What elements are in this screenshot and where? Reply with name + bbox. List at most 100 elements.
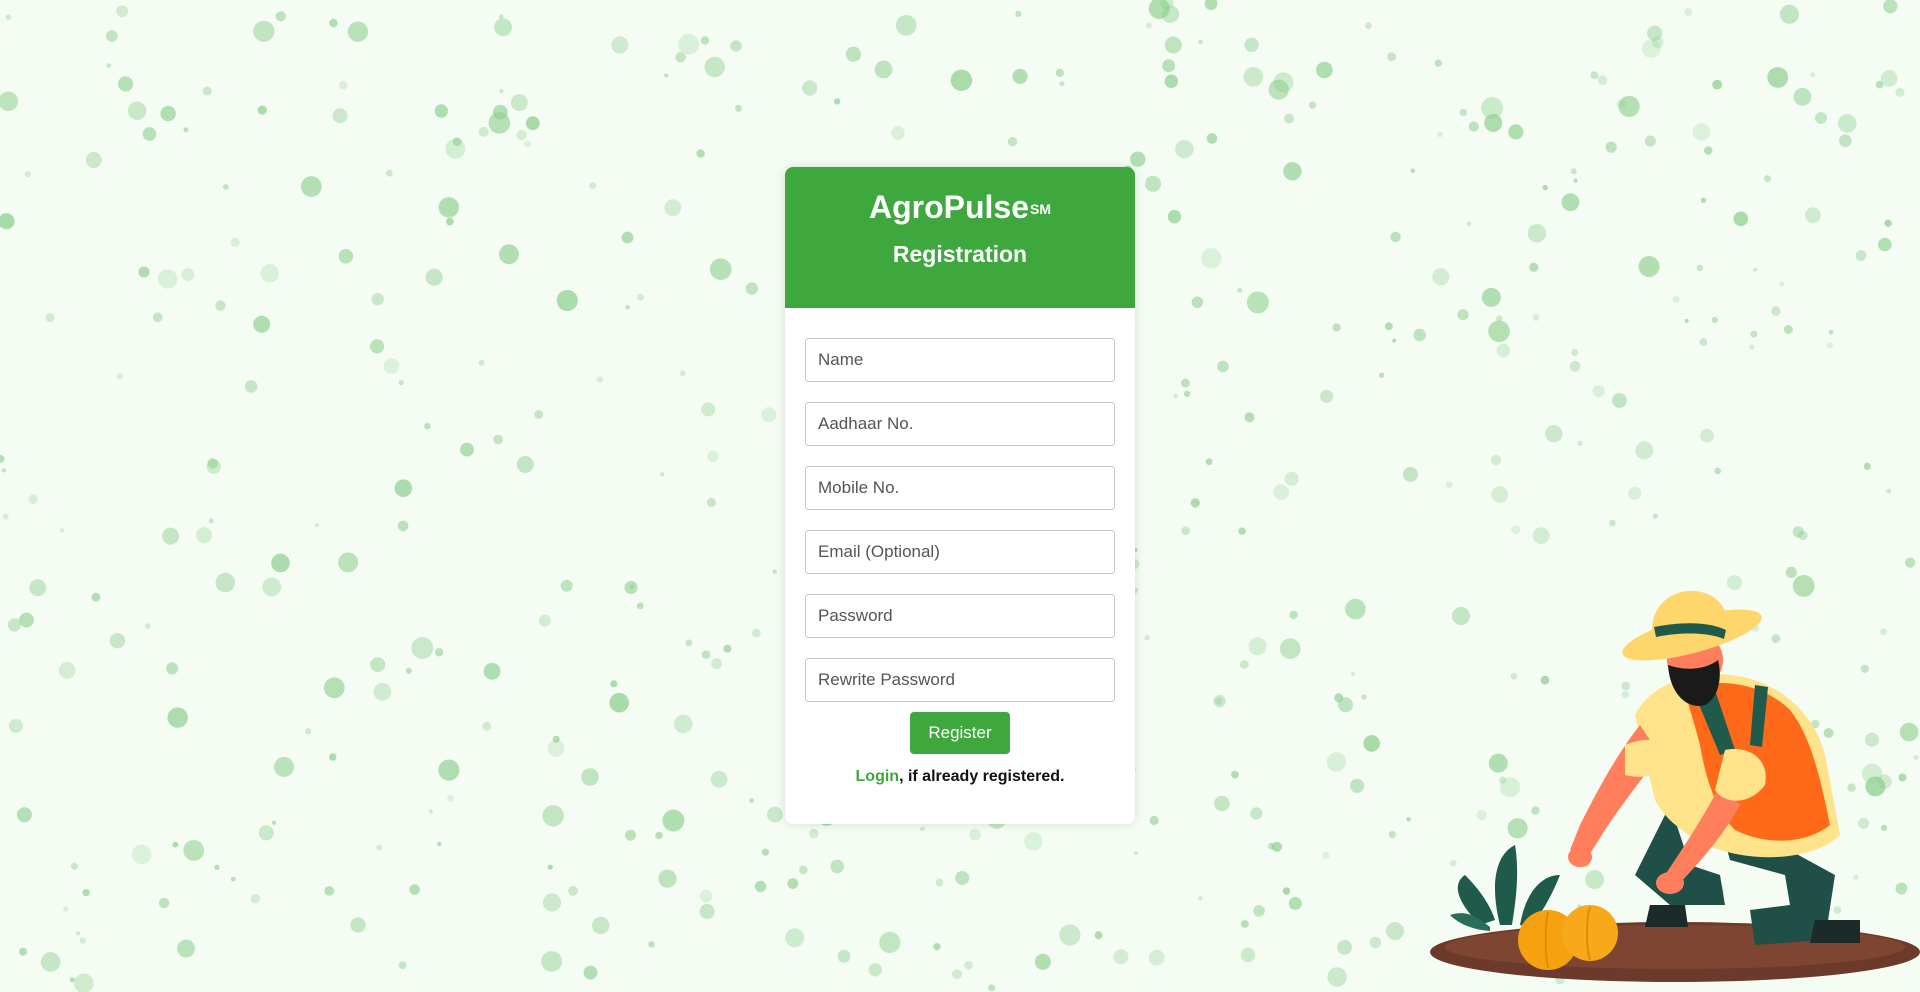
background-dot	[230, 876, 236, 882]
background-dot	[1838, 114, 1857, 133]
background-dot	[19, 612, 34, 628]
background-dot	[257, 105, 267, 115]
background-dot	[1386, 922, 1404, 941]
background-dot	[1327, 967, 1347, 987]
background-dot	[1175, 139, 1194, 159]
background-dot	[1284, 113, 1295, 124]
login-link[interactable]: Login	[856, 768, 900, 785]
background-dot	[1240, 919, 1249, 928]
aadhaar-input[interactable]	[805, 402, 1115, 446]
background-dot	[1704, 146, 1713, 155]
background-dot	[425, 268, 443, 286]
login-prompt: Login, if already registered.	[805, 768, 1115, 786]
background-dot	[1237, 287, 1243, 293]
background-dot	[1282, 887, 1291, 895]
background-dot	[1490, 454, 1502, 466]
background-dot	[208, 518, 214, 524]
background-dot	[525, 116, 540, 131]
background-dot	[1459, 108, 1467, 117]
background-dot	[230, 237, 240, 248]
background-dot	[434, 648, 444, 657]
background-dot	[160, 105, 176, 122]
background-dot	[767, 806, 783, 823]
rewrite-password-input[interactable]	[805, 658, 1115, 702]
brand-title: AgroPulseSM	[785, 187, 1135, 227]
background-dot	[370, 339, 385, 354]
background-dot	[483, 662, 501, 680]
background-dot	[1130, 151, 1146, 167]
background-dot	[933, 943, 941, 951]
background-dot	[624, 580, 638, 595]
background-dot	[5, 14, 12, 20]
background-dot	[955, 871, 970, 885]
background-dot	[1749, 344, 1755, 350]
background-dot	[138, 266, 150, 278]
background-dot	[542, 805, 564, 827]
background-dot	[1273, 484, 1289, 500]
background-dot	[560, 579, 573, 592]
background-dot	[625, 829, 636, 841]
background-dot	[874, 60, 893, 79]
mobile-input[interactable]	[805, 466, 1115, 510]
background-dot	[338, 552, 359, 573]
background-dot	[157, 269, 178, 289]
background-dot	[1714, 467, 1721, 475]
background-dot	[1326, 752, 1347, 772]
name-input[interactable]	[805, 338, 1115, 382]
background-dot	[1268, 842, 1275, 850]
background-dot	[74, 973, 94, 992]
background-dot	[837, 949, 851, 963]
register-button[interactable]: Register	[910, 712, 1010, 754]
background-dot	[685, 639, 693, 647]
background-dot	[1351, 671, 1355, 676]
background-dot	[1711, 316, 1718, 323]
background-dot	[1283, 162, 1302, 181]
background-dot	[1491, 486, 1509, 503]
background-dot	[1573, 178, 1578, 183]
background-dot	[142, 127, 157, 141]
brand-service-mark: SM	[1030, 201, 1052, 217]
background-dot	[1173, 393, 1178, 399]
background-dot	[1696, 264, 1704, 272]
background-dot	[1024, 832, 1043, 851]
background-dot	[60, 528, 65, 533]
background-dot	[1145, 175, 1161, 192]
background-dot	[845, 46, 862, 62]
password-input[interactable]	[805, 594, 1115, 638]
background-dot	[19, 947, 27, 956]
background-dot	[1248, 637, 1267, 656]
background-dot	[1246, 291, 1269, 314]
email-input[interactable]	[805, 530, 1115, 574]
background-dot	[1733, 211, 1749, 227]
background-dot	[710, 770, 728, 788]
background-dot	[1532, 527, 1550, 544]
background-dot	[1164, 36, 1182, 54]
background-dot	[1457, 309, 1469, 321]
background-dot	[305, 728, 312, 735]
background-dot	[523, 140, 531, 148]
background-dot	[62, 906, 69, 912]
background-dot	[1466, 221, 1472, 226]
background-dot	[1238, 527, 1246, 535]
background-dot	[754, 880, 767, 893]
background-dot	[701, 402, 716, 417]
background-dot	[1810, 72, 1816, 78]
background-dot	[1672, 295, 1680, 304]
card-header: AgroPulseSM Registration	[785, 167, 1135, 308]
background-dot	[745, 282, 758, 295]
background-dot	[338, 248, 354, 264]
background-dot	[244, 380, 258, 393]
background-dot	[1059, 81, 1065, 87]
background-dot	[1684, 318, 1689, 323]
background-dot	[1700, 197, 1707, 203]
background-dot	[1201, 248, 1222, 269]
background-dot	[29, 579, 47, 597]
background-dot	[1577, 440, 1583, 446]
background-dot	[699, 903, 715, 919]
background-dot	[1288, 896, 1302, 910]
background-dot	[144, 623, 151, 629]
background-dot	[664, 73, 669, 78]
background-dot	[1532, 313, 1540, 321]
background-dot	[177, 939, 196, 958]
background-dot	[1240, 947, 1256, 963]
